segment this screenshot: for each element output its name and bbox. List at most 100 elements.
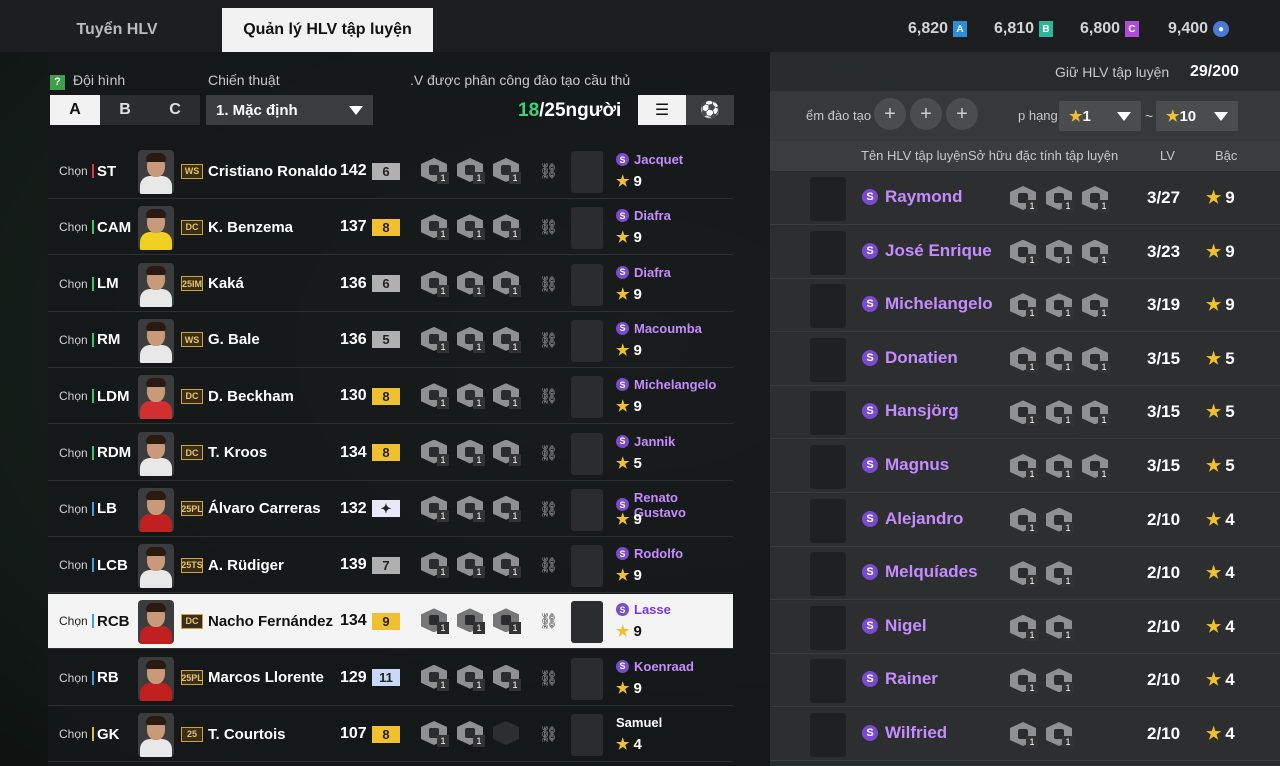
select-player-label[interactable]: Chọn [59, 389, 88, 403]
player-photo [138, 375, 174, 420]
position-text: RB [97, 669, 119, 687]
select-player-label[interactable]: Chọn [59, 502, 88, 516]
coach-photo [571, 263, 603, 306]
select-player-label[interactable]: Chọn [59, 220, 88, 234]
coach-row[interactable]: S Alejandro 1 1 2/10 ★ 4 [770, 493, 1280, 547]
position-text: LM [97, 275, 119, 293]
coach-row[interactable]: S Wilfried 1 1 2/10 ★ 4 [770, 708, 1280, 761]
coach-rank: ★ 9 [1206, 242, 1235, 262]
player-row[interactable]: Chọn LM 25IM Kaká 136 6 1 1 1 ⛓ S Diafra ★ 9 [48, 257, 733, 312]
position-text: GK [97, 725, 120, 743]
coach-rank-value: 9 [633, 398, 642, 416]
season-badge: 25PL [181, 501, 203, 517]
coach-rank-value: 5 [633, 454, 642, 472]
select-player-label[interactable]: Chọn [59, 164, 88, 178]
player-name: Cristiano Ronaldo [208, 162, 338, 180]
trait-level: 1 [473, 172, 485, 184]
season-badge: 25IM [181, 276, 203, 292]
link-icon: ⛓ [539, 444, 559, 462]
select-player-label[interactable]: Chọn [59, 614, 88, 628]
coach-name-text: Macoumba [634, 320, 702, 336]
select-player-label[interactable]: Chọn [59, 333, 88, 347]
select-player-label[interactable]: Chọn [59, 558, 88, 572]
currency-coin-value: 9,400 [1168, 20, 1209, 37]
select-player-label[interactable]: Chọn [59, 671, 88, 685]
trait-level: 1 [473, 509, 485, 522]
player-row[interactable]: Chọn RDM DC T. Kroos 134 8 1 1 1 ⛓ S Jannik ★ 5 [48, 426, 733, 481]
trait-level: 1 [1026, 575, 1038, 588]
player-row[interactable]: Chọn LDM DC D. Beckham 130 8 1 1 1 ⛓ S Michelangelo… [48, 369, 733, 425]
tab-recruit-coach[interactable]: Tuyển HLV [12, 8, 222, 52]
trait-level: 1 [509, 566, 521, 579]
coach-row[interactable]: S José Enrique 1 1 1 3/23 ★ 9 [770, 225, 1280, 279]
coach-level: 2/10 [1147, 616, 1181, 636]
coach-name-text: Renato Gustavo [633, 489, 686, 520]
upgrade-level: 9 [372, 612, 400, 630]
select-player-label[interactable]: Chọn [59, 446, 88, 460]
tab-manage-coach[interactable]: Quản lý HLV tập luyện [222, 8, 433, 52]
chevron-down-icon [349, 105, 363, 115]
player-photo [138, 656, 174, 701]
add-trait-filter-1-button[interactable]: + [874, 98, 906, 130]
formation-c-button[interactable]: C [150, 95, 200, 125]
tactic-select[interactable]: 1. Mặc định [206, 95, 373, 125]
trait-level: 1 [1026, 414, 1038, 427]
coach-rank-value: 9 [633, 510, 642, 528]
player-row[interactable]: Chọn RB 25PL Marcos Llorente 129 11 1 1 1 ⛓ S Koenr… [48, 651, 733, 706]
player-row[interactable]: Chọn CAM DC K. Benzema 137 8 1 1 1 ⛓ S Diafra ★ 9 [48, 200, 733, 256]
coach-photo [571, 714, 603, 756]
formation-a-button[interactable]: A [50, 95, 100, 125]
trait-level: 1 [437, 172, 449, 184]
trait-level: 1 [1026, 628, 1038, 641]
player-name: K. Benzema [208, 218, 294, 236]
trait-level: 1 [1062, 307, 1074, 320]
coach-row[interactable]: S Rainer 1 1 2/10 ★ 4 [770, 654, 1280, 708]
player-row[interactable]: Chọn LCB 25TS A. Rüdiger 139 7 1 1 1 ⛓ S Rodolfo ★ 9 [48, 538, 733, 594]
coach-rank: ★ 9 [1206, 188, 1235, 208]
coach-row[interactable]: S Donatien 1 1 1 3/15 ★ 5 [770, 332, 1280, 386]
trait-level: 1 [473, 735, 485, 747]
special-coach-icon: S [862, 510, 878, 527]
coach-photo [571, 545, 603, 588]
link-icon: ⛓ [539, 669, 559, 687]
rank-from-value: 1 [1082, 108, 1091, 125]
select-player-label[interactable]: Chọn [59, 277, 88, 291]
coach-row[interactable]: S Hansjörg 1 1 1 3/15 ★ 5 [770, 386, 1280, 440]
coach-row[interactable]: S Melquíades 1 1 2/10 ★ 4 [770, 547, 1280, 601]
keep-coach-value: 29/200 [1190, 63, 1239, 80]
trait-level: 1 [1026, 736, 1038, 748]
trait-level: 1 [509, 172, 521, 184]
formation-view-button[interactable]: ⚽ [686, 95, 734, 125]
coach-name-text: Donatien [885, 347, 958, 367]
coach-row[interactable]: S Magnus 1 1 1 3/15 ★ 5 [770, 440, 1280, 493]
col-lv: LV [1160, 148, 1175, 163]
player-row[interactable]: Chọn LB 25PL Álvaro Carreras 132 ✦ 1 1 1 ⛓ S Renato… [48, 482, 733, 537]
coach-rank: ★ 9 [616, 172, 642, 190]
coach-row[interactable]: S Raymond 1 1 1 3/27 ★ 9 [770, 172, 1280, 225]
rank-to-select[interactable]: ★10 [1156, 101, 1238, 131]
coach-name-text: Lasse [634, 602, 671, 618]
formation-b-button[interactable]: B [100, 95, 150, 125]
trait-level: 1 [473, 340, 485, 353]
add-trait-filter-2-button[interactable]: + [910, 98, 942, 130]
currency-b-icon: B [1039, 21, 1054, 37]
player-row[interactable]: Chọn RM WS G. Bale 136 5 1 1 1 ⛓ S Macoumba ★ 9 [48, 313, 733, 368]
add-trait-filter-3-button[interactable]: + [946, 98, 978, 130]
trait-level: 1 [1062, 360, 1074, 373]
currency-b-value: 6,810 [994, 20, 1035, 37]
coach-rank-value: 4 [1225, 509, 1235, 529]
player-row[interactable]: Chọn RCB DC Nacho Fernández 134 9 1 1 1 ⛓ S Lasse ★ 9 [48, 594, 733, 650]
player-row[interactable]: Chọn GK 25 T. Courtois 107 8 1 1 ⛓ Samuel ★ 4 [48, 707, 733, 762]
keep-coach-label: Giữ HLV tập luyện [1055, 64, 1170, 80]
player-row[interactable]: Chọn ST WS Cristiano Ronaldo 142 6 1 1 1 ⛓ S Jacque… [48, 144, 733, 199]
list-view-button[interactable]: ☰ [638, 95, 686, 125]
coach-photo [810, 177, 846, 221]
coach-row[interactable]: S Nigel 1 1 2/10 ★ 4 [770, 600, 1280, 654]
help-icon[interactable]: ? [50, 75, 65, 90]
upgrade-level: 8 [372, 218, 400, 236]
coach-row[interactable]: S Michelangelo 1 1 1 3/19 ★ 9 [770, 279, 1280, 333]
coach-rank-value: 5 [1225, 456, 1235, 475]
rank-from-select[interactable]: ★1 [1059, 101, 1141, 131]
select-player-label[interactable]: Chọn [59, 727, 88, 741]
position-text: ST [97, 162, 117, 180]
